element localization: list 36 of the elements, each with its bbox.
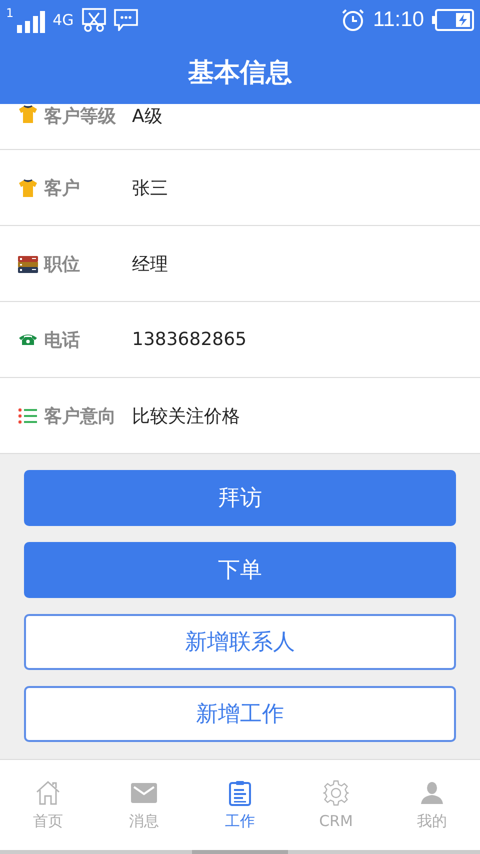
- field-value: A级: [132, 105, 162, 128]
- shirt-icon: [18, 178, 38, 198]
- tab-item[interactable]: 我的: [384, 760, 480, 850]
- field-label: 客户: [44, 176, 81, 200]
- home-icon: [35, 780, 61, 806]
- action-button[interactable]: 新增工作: [24, 686, 456, 742]
- action-button[interactable]: 下单: [24, 542, 456, 598]
- scissors-icon: [82, 8, 106, 32]
- shirt-icon: [18, 104, 38, 124]
- field-value: 经理: [132, 252, 168, 276]
- field-value: 张三: [132, 176, 168, 200]
- field-label: 电话: [44, 328, 81, 352]
- message-icon: [114, 9, 138, 31]
- network-type: 4G: [52, 11, 74, 29]
- settings-icon: [323, 780, 349, 806]
- list-icon: [18, 406, 38, 426]
- alarm-icon: [341, 8, 365, 32]
- field-label: 客户等级: [44, 105, 117, 128]
- clock-time: 11:10: [373, 8, 424, 32]
- action-button[interactable]: 新增联系人: [24, 614, 456, 670]
- tab-item[interactable]: 消息: [96, 760, 192, 850]
- signal-icon: [16, 11, 45, 33]
- clipboard-icon: [227, 780, 253, 806]
- field-label: 职位: [44, 252, 81, 276]
- field-label: 客户意向: [44, 404, 117, 428]
- battery-icon: [432, 9, 474, 31]
- tab-item[interactable]: 首页: [0, 760, 96, 850]
- action-button[interactable]: 拜访: [24, 470, 456, 526]
- field-value: 比较关注价格: [132, 404, 240, 428]
- tab-item[interactable]: 工作: [192, 760, 288, 850]
- page-title: 基本信息: [188, 56, 292, 90]
- field-value: 1383682865: [132, 329, 247, 350]
- sim-number: 1: [6, 7, 14, 19]
- cabinet-icon: [18, 254, 38, 274]
- person-icon: [419, 780, 445, 806]
- tab-item[interactable]: CRM: [288, 760, 384, 850]
